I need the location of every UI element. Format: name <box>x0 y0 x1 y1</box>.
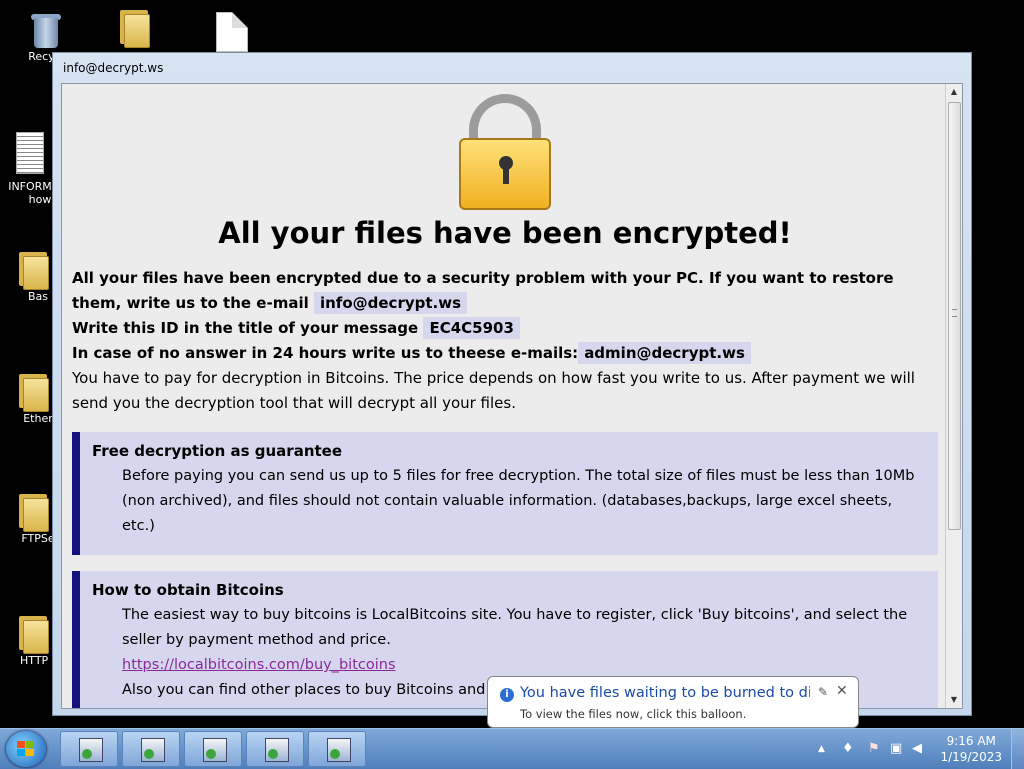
contact-email-primary: info@decrypt.ws <box>313 292 468 314</box>
burn-files-notification[interactable]: i You have files waiting to be burned to… <box>487 676 859 728</box>
localbitcoins-link[interactable]: https://localbitcoins.com/buy_bitcoins <box>122 657 396 673</box>
taskbar-app-button-4[interactable] <box>246 731 304 767</box>
desktop-icon-file[interactable] <box>192 12 272 52</box>
file-icon <box>216 12 248 52</box>
show-desktop-button[interactable] <box>1011 729 1024 769</box>
note-line-3: In case of no answer in 24 hours write u… <box>72 341 938 366</box>
note-line-3-text: In case of no answer in 24 hours write u… <box>72 344 579 362</box>
scroll-thumb[interactable] <box>948 102 961 530</box>
note-content: All your files have been encrypted! All … <box>61 83 963 709</box>
desktop-icon-label: INFORM <box>8 180 52 193</box>
window-title: info@decrypt.ws <box>63 61 164 75</box>
taskbar-app-button-3[interactable] <box>184 731 242 767</box>
note-line-1: All your files have been encrypted due t… <box>72 266 938 316</box>
notification-title: You have files waiting to be burned to d… <box>520 685 810 701</box>
action-center-icon[interactable]: ⚑ <box>868 741 880 756</box>
app-icon <box>79 738 103 762</box>
folder-icon <box>17 248 49 290</box>
network-icon[interactable]: ▣ <box>890 741 902 756</box>
ransom-note-window: info@decrypt.ws All your files have been… <box>52 52 972 716</box>
free-decryption-box: Free decryption as guarantee Before payi… <box>72 432 938 555</box>
taskbar-app-button-5[interactable] <box>308 731 366 767</box>
victim-id: EC4C5903 <box>423 317 520 339</box>
note-heading: All your files have been encrypted! <box>218 216 792 250</box>
vertical-scrollbar[interactable]: ▲ ▼ <box>945 84 962 708</box>
notification-subtitle: To view the files now, click this balloo… <box>520 707 747 721</box>
folder-icon <box>118 6 150 48</box>
note-line-4: You have to pay for decryption in Bitcoi… <box>72 369 915 412</box>
desktop-icon-label: how <box>28 193 52 206</box>
folder-icon <box>17 490 49 532</box>
obtain-bitcoins-text: The easiest way to buy bitcoins is Local… <box>122 607 908 648</box>
scroll-down-arrow-icon[interactable]: ▼ <box>946 692 962 708</box>
contact-email-secondary: admin@decrypt.ws <box>578 342 751 364</box>
options-icon[interactable]: ✎ <box>818 685 828 699</box>
clock[interactable]: 9:16 AM 1/19/2023 <box>940 733 1002 765</box>
burn-files-tray-icon[interactable]: ♦ <box>842 741 854 756</box>
note-line-2: Write this ID in the title of your messa… <box>72 316 938 341</box>
close-icon[interactable]: ✕ <box>836 683 848 699</box>
system-tray: ▲ ♦ ⚑ ▣ ◀ 9:16 AM 1/19/2023 <box>814 729 1024 769</box>
taskbar-app-button-1[interactable] <box>60 731 118 767</box>
taskbar: ▲ ♦ ⚑ ▣ ◀ 9:16 AM 1/19/2023 <box>0 728 1024 769</box>
note-line-2-text: Write this ID in the title of your messa… <box>72 319 419 337</box>
note-line-1-text: All your files have been encrypted due t… <box>72 269 894 312</box>
start-button[interactable] <box>6 731 46 767</box>
show-hidden-icons-icon[interactable]: ▲ <box>818 744 825 754</box>
windows-logo-icon <box>17 741 35 757</box>
text-file-icon <box>16 132 44 174</box>
app-icon <box>141 738 165 762</box>
free-decryption-text: Before paying you can send us up to 5 fi… <box>122 468 915 534</box>
clock-date: 1/19/2023 <box>940 750 1002 764</box>
scroll-up-arrow-icon[interactable]: ▲ <box>946 84 962 100</box>
app-icon <box>203 738 227 762</box>
desktop-icon-information[interactable]: INFORM how <box>0 132 60 206</box>
obtain-bitcoins-title: How to obtain Bitcoins <box>92 581 284 599</box>
info-icon: i <box>500 688 514 702</box>
free-decryption-title: Free decryption as guarantee <box>92 442 343 460</box>
folder-icon <box>17 612 49 654</box>
padlock-icon <box>455 94 555 214</box>
folder-icon <box>17 370 49 412</box>
note-document: All your files have been encrypted! All … <box>72 84 938 708</box>
taskbar-app-button-2[interactable] <box>122 731 180 767</box>
app-icon <box>265 738 289 762</box>
clock-time: 9:16 AM <box>946 734 996 748</box>
localbitcoins-link-row: https://localbitcoins.com/buy_bitcoins <box>92 653 924 678</box>
volume-muted-icon[interactable]: ◀ <box>912 741 922 756</box>
desktop-icon-folder[interactable] <box>94 6 174 48</box>
app-icon <box>327 738 351 762</box>
recycle-bin-icon <box>29 8 63 48</box>
